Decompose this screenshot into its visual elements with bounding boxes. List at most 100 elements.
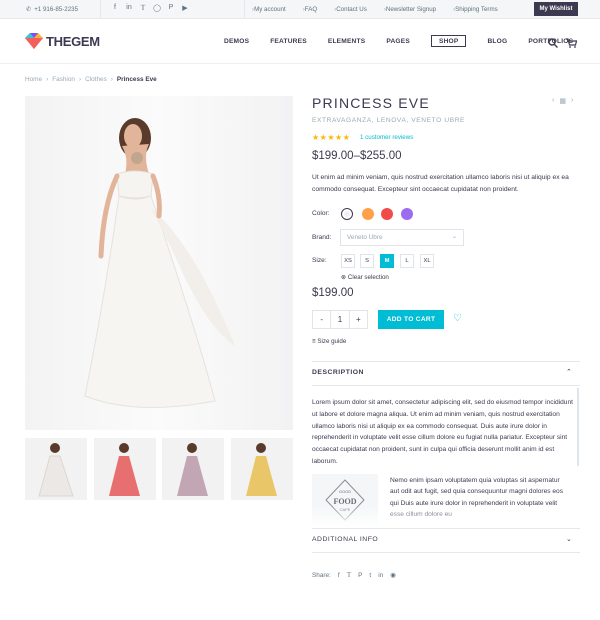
thumbnail-image [109,443,140,496]
quantity-stepper: - 1 + [312,310,368,329]
divider [244,0,245,19]
nav-shop[interactable]: SHOP [430,35,467,47]
color-swatch-orange[interactable] [362,208,374,220]
top-bar: ✆ +1 916-85-2235 f in 𝕋 ◯ P ▶ My account… [0,0,600,19]
phone-number: +1 916-85-2235 [34,6,79,13]
breadcrumb-current: Princess Eve [116,76,157,83]
share-bar: Share: f 𝕋 P t in ◉ [312,571,396,580]
additional-info-tab[interactable]: ADDITIONAL INFO [312,536,378,543]
size-option-s[interactable]: S [360,254,374,268]
nav-blog[interactable]: BLOG [487,38,507,47]
chevron-down-icon[interactable]: ⌄ [566,535,572,543]
breadcrumb-clothes[interactable]: Clothes [85,76,107,83]
quantity-decrease-button[interactable]: - [313,311,330,328]
size-option-xs[interactable]: XS [341,254,355,268]
breadcrumb: Home › Fashion › Clothes › Princess Eve [25,76,157,83]
main-header: THEGEM DEMOS FEATURES ELEMENTS PAGES SHO… [0,20,600,64]
brand-label: Brand: [312,234,332,241]
heart-icon[interactable]: ♡ [453,313,462,324]
grid-icon[interactable]: ▦ [559,97,566,105]
linkedin-icon[interactable]: in [378,572,383,579]
logo-text-the: THE [46,33,72,49]
nav-demos[interactable]: DEMOS [224,38,249,47]
next-product-icon[interactable]: › [571,97,573,105]
product-thumbnail[interactable] [162,438,224,500]
chevron-right-icon: › [78,76,82,83]
logo-text: THEGEM [46,34,100,49]
breadcrumb-home[interactable]: Home [25,76,42,83]
brand-select[interactable]: Veneto Ubre ⌄ [340,229,464,246]
size-guide-link[interactable]: ≡ Size guide [312,338,346,345]
link-shipping-terms[interactable]: Shipping Terms [453,6,498,13]
product-categories[interactable]: EXTRAVAGANZA, LENOVA, VENETO UBRE [312,117,465,124]
price-range: $199.00–$255.00 [312,150,402,162]
reddit-icon[interactable]: ◉ [390,571,396,579]
quantity-input[interactable]: 1 [330,311,350,328]
share-label: Share: [312,571,331,579]
chevron-up-icon[interactable]: ⌃ [566,368,572,376]
divider [312,528,580,529]
link-newsletter[interactable]: Newsletter Signup [384,6,436,13]
color-swatch-white[interactable] [341,208,353,220]
model-in-white-dress-image [84,118,235,408]
facebook-icon[interactable]: f [111,4,119,12]
search-icon[interactable] [548,38,558,48]
size-option-m[interactable]: M [380,254,394,268]
size-option-l[interactable]: L [400,254,414,268]
color-swatch-purple[interactable] [401,208,413,220]
color-swatch-red[interactable] [381,208,393,220]
cart-icon[interactable] [566,38,577,48]
product-main-image[interactable] [25,96,293,430]
rating-stars: ★★★★★ [312,133,351,142]
phone-contact[interactable]: ✆ +1 916-85-2235 [26,6,78,13]
add-to-cart-button[interactable]: ADD TO CART [378,310,444,329]
product-thumbnail[interactable] [231,438,293,500]
tumblr-icon[interactable]: t [369,572,371,579]
gem-logo-icon [25,33,43,49]
description-scrollbar[interactable] [577,388,579,466]
product-thumbnail[interactable] [25,438,87,500]
main-nav: DEMOS FEATURES ELEMENTS PAGES SHOP BLOG … [224,35,594,47]
wishlist-button[interactable]: My Wishlist [534,2,578,16]
sliders-icon: ≡ [312,338,316,345]
divider [100,0,101,19]
twitter-icon[interactable]: 𝕋 [347,571,352,579]
facebook-icon[interactable]: f [338,572,340,579]
social-links: f in 𝕋 ◯ P ▶ [111,4,189,12]
twitter-icon[interactable]: 𝕋 [139,4,147,12]
short-description: Ut enim ad minim veniam, quis nostrud ex… [312,174,569,193]
product-thumbnail[interactable] [94,438,156,500]
youtube-icon[interactable]: ▶ [181,4,189,12]
size-option-xl[interactable]: XL [420,254,434,268]
instagram-icon[interactable]: ◯ [153,4,161,12]
breadcrumb-fashion[interactable]: Fashion [52,76,75,83]
prev-product-icon[interactable]: ‹ [552,97,554,105]
divider [312,361,580,362]
pinterest-icon[interactable]: P [358,572,362,579]
phone-icon: ✆ [26,6,32,13]
description-tab[interactable]: DESCRIPTION [312,369,364,376]
quantity-increase-button[interactable]: + [350,311,367,328]
badge-text-top: GOOD [339,489,351,494]
reviews-link[interactable]: 1 customer reviews [360,134,413,141]
divider [312,552,580,553]
linkedin-icon[interactable]: in [125,4,133,12]
nav-pages[interactable]: PAGES [386,38,410,47]
chevron-right-icon: › [46,76,49,83]
nav-elements[interactable]: ELEMENTS [328,38,366,47]
size-label: Size: [312,257,327,264]
thumbnail-image [246,443,277,496]
brand-select-value: Veneto Ubre [347,234,383,241]
nav-features[interactable]: FEATURES [270,38,307,47]
description-text: Lorem ipsum dolor sit amet, consectetur … [312,399,573,465]
logo[interactable]: THEGEM [25,33,100,49]
link-contact-us[interactable]: Contact Us [334,6,367,13]
clear-selection-link[interactable]: ⊗ Clear selection [341,274,389,281]
divider [312,385,580,386]
color-label: Color: [312,210,330,217]
logo-text-gem: GEM [71,33,100,49]
chevron-down-icon: ⌄ [451,234,457,240]
pinterest-icon[interactable]: P [167,4,175,12]
link-my-account[interactable]: My account [252,6,286,13]
link-faq[interactable]: FAQ [303,6,317,13]
